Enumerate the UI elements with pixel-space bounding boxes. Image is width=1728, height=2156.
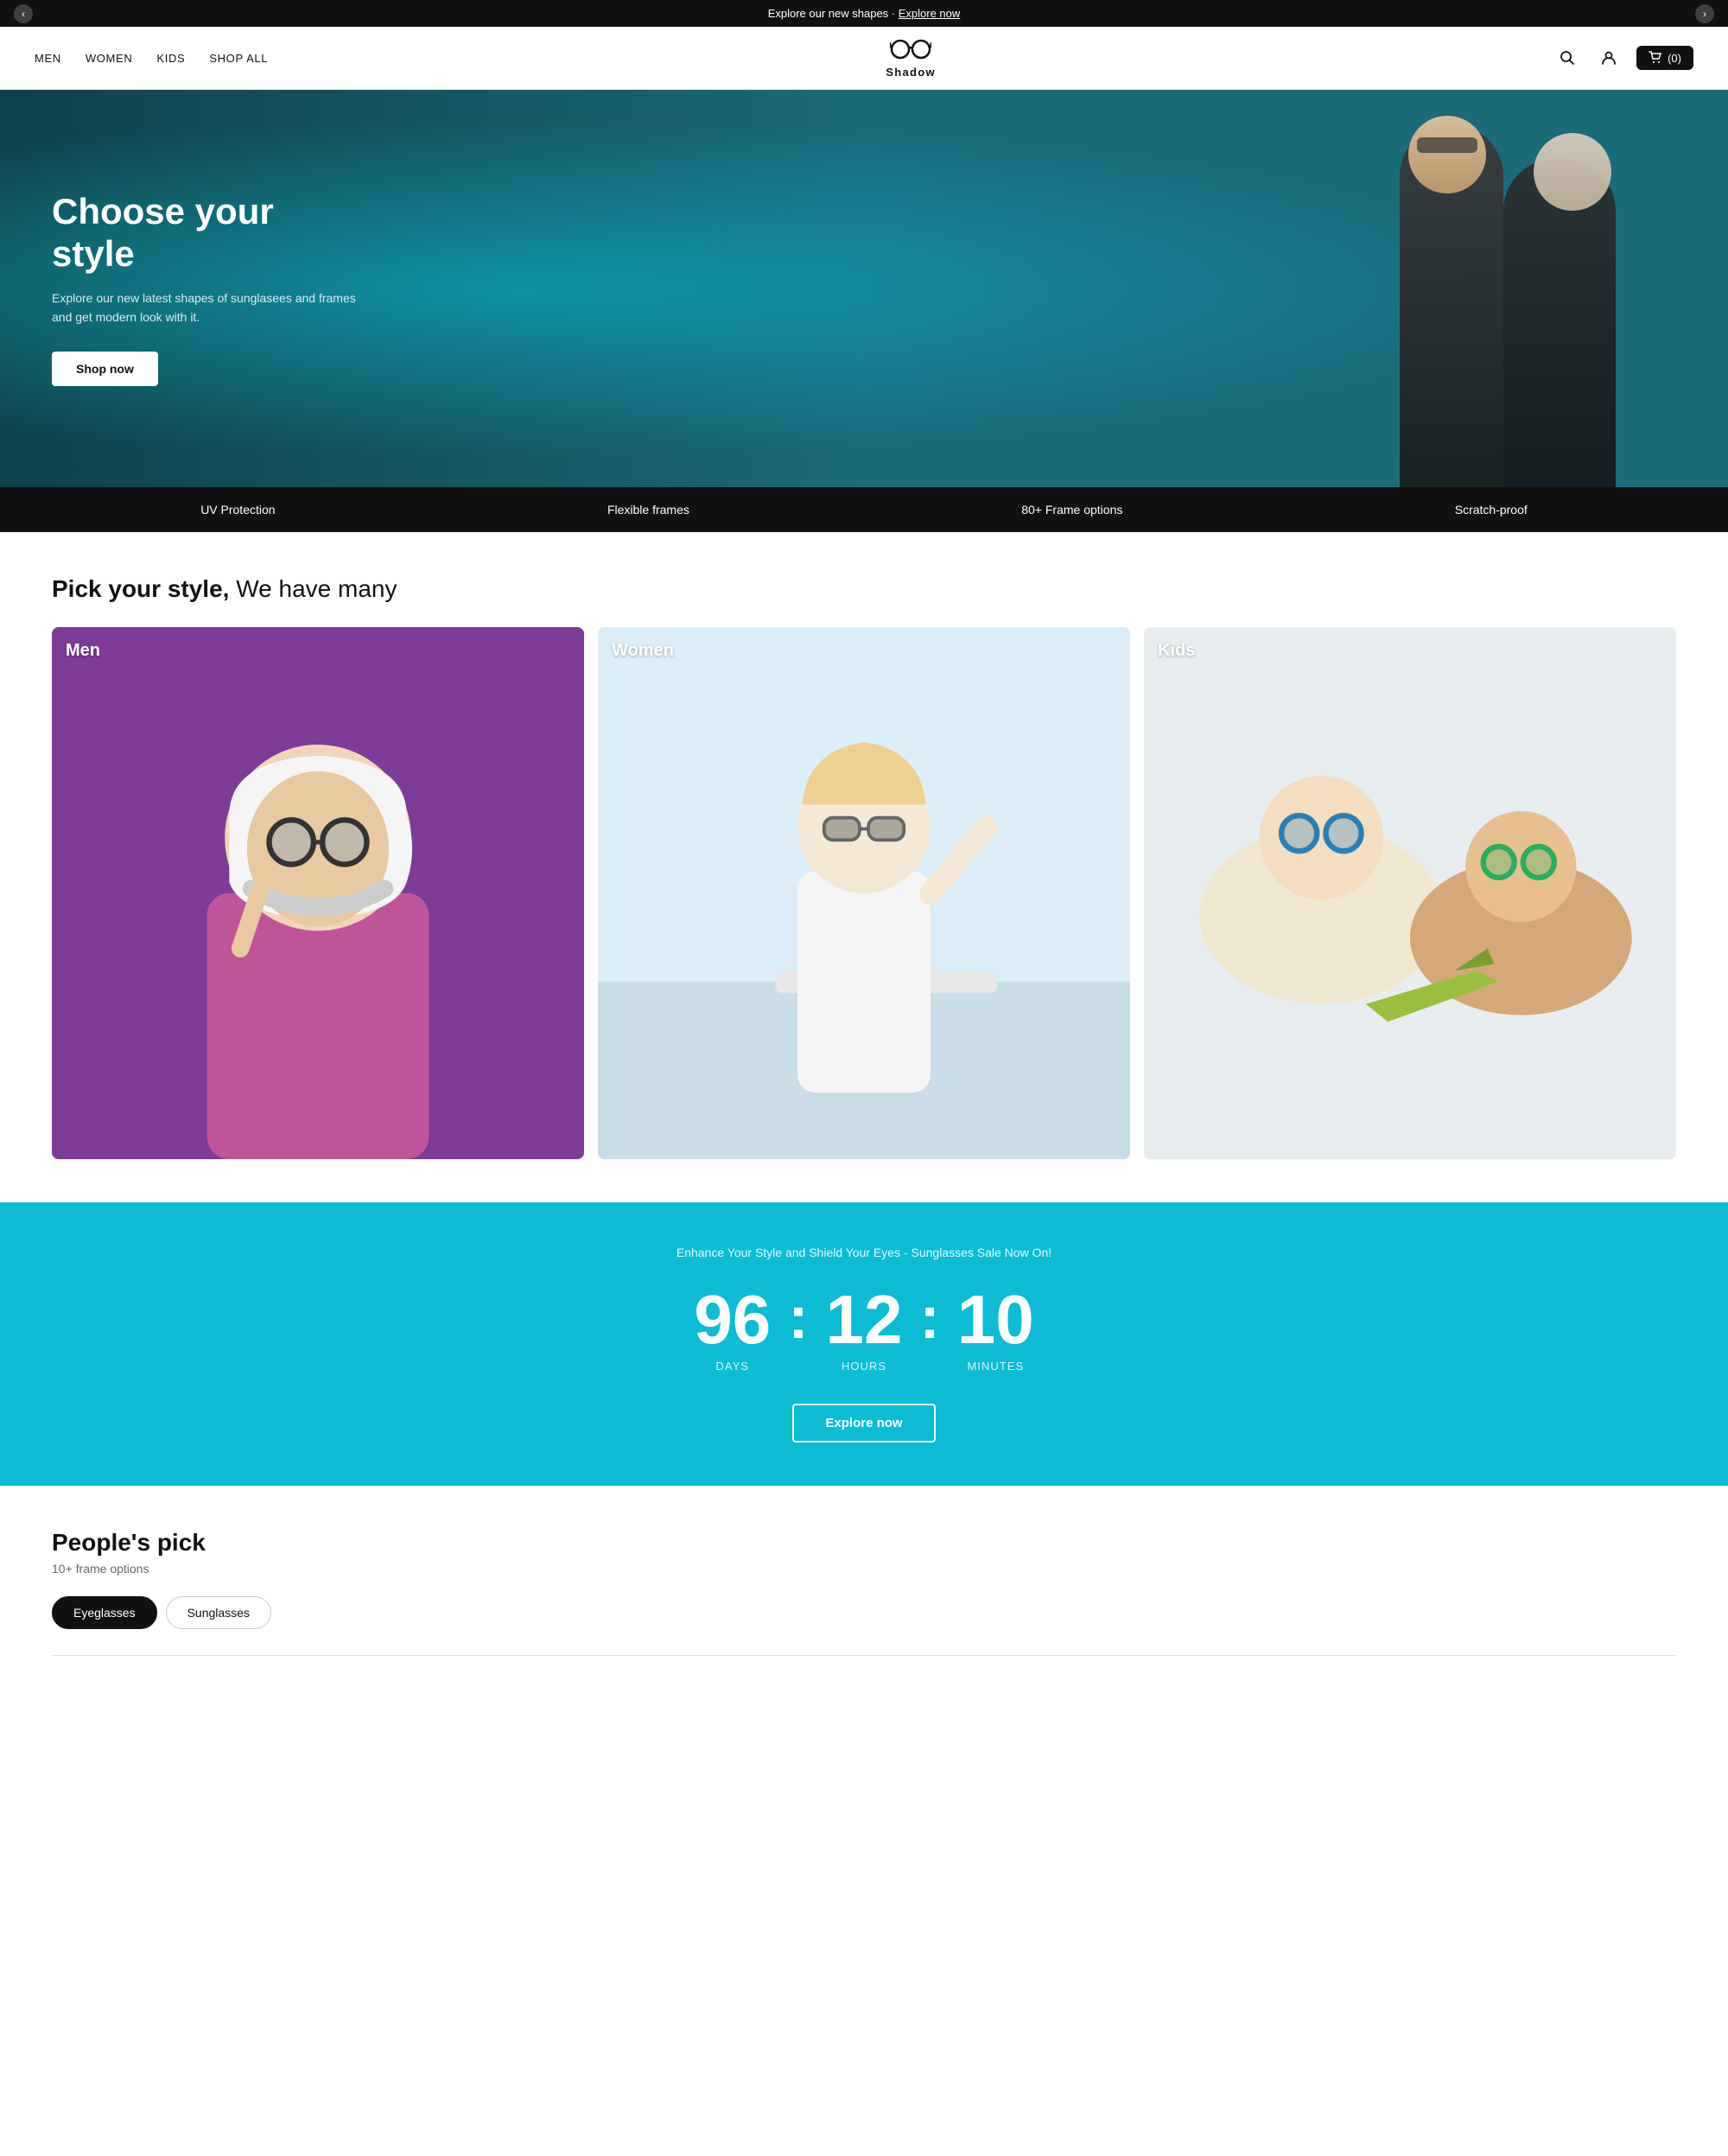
account-button[interactable] <box>1595 44 1623 72</box>
style-card-men[interactable]: Men <box>52 627 584 1159</box>
header: MEN WOMEN KIDS SHOP ALL Shadow <box>0 27 1728 90</box>
features-bar: UV Protection Flexible frames 80+ Frame … <box>0 487 1728 532</box>
kids-image <box>1144 627 1676 1159</box>
nav-women[interactable]: WOMEN <box>86 52 133 65</box>
countdown-hours: 12 <box>826 1285 903 1354</box>
tab-eyeglasses[interactable]: Eyeglasses <box>52 1596 157 1629</box>
style-card-women[interactable]: Women <box>598 627 1130 1159</box>
feature-frames: 80+ Frame options <box>1021 503 1122 517</box>
style-card-kids-label: Kids <box>1158 641 1195 661</box>
style-card-women-label: Women <box>612 641 674 661</box>
logo-text: Shadow <box>886 66 936 79</box>
picks-subtitle: 10+ frame options <box>52 1562 1676 1576</box>
style-section: Pick your style, We have many <box>0 532 1728 1202</box>
style-card-kids[interactable]: Kids <box>1144 627 1676 1159</box>
announcement-prev-button[interactable]: ‹ <box>14 4 33 23</box>
style-card-men-label: Men <box>66 641 100 661</box>
countdown-colon-2: : <box>919 1285 939 1348</box>
feature-uv: UV Protection <box>200 503 275 517</box>
picks-tabs: Eyeglasses Sunglasses <box>52 1596 1676 1629</box>
picks-title: People's pick <box>52 1529 1676 1557</box>
hero-cta-button[interactable]: Shop now <box>52 352 158 386</box>
feature-scratch: Scratch-proof <box>1455 503 1528 517</box>
explore-button[interactable]: Explore now <box>792 1404 935 1443</box>
hero-section: Choose your style Explore our new latest… <box>0 90 1728 487</box>
countdown-hours-label: HOURS <box>826 1360 903 1373</box>
feature-flexible: Flexible frames <box>607 503 689 517</box>
countdown-timer: 96 DAYS : 12 HOURS : 10 MINUTES <box>35 1285 1693 1373</box>
countdown-promo-text: Enhance Your Style and Shield Your Eyes … <box>35 1246 1693 1259</box>
hero-content: Choose your style Explore our new latest… <box>0 139 415 437</box>
women-image <box>598 627 1130 1159</box>
main-nav: MEN WOMEN KIDS SHOP ALL <box>35 52 268 65</box>
countdown-days-label: DAYS <box>694 1360 771 1373</box>
announcement-next-button[interactable]: › <box>1695 4 1714 23</box>
header-actions: (0) <box>1553 44 1693 72</box>
announcement-text: Explore our new shapes · Explore now <box>768 7 961 20</box>
hero-subtitle: Explore our new latest shapes of sunglas… <box>52 289 363 327</box>
countdown-minutes-label: MINUTES <box>957 1360 1034 1373</box>
countdown-minutes-unit: 10 MINUTES <box>957 1285 1034 1373</box>
countdown-days-unit: 96 DAYS <box>694 1285 771 1373</box>
hero-title: Choose your style <box>52 191 363 275</box>
section-divider <box>52 1655 1676 1656</box>
style-grid: Men <box>52 627 1676 1159</box>
logo[interactable]: Shadow <box>886 37 936 79</box>
announcement-link[interactable]: Explore now <box>899 7 961 20</box>
nav-shop-all[interactable]: SHOP ALL <box>209 52 268 65</box>
countdown-section: Enhance Your Style and Shield Your Eyes … <box>0 1202 1728 1486</box>
cart-button[interactable]: (0) <box>1636 46 1693 70</box>
nav-men[interactable]: MEN <box>35 52 61 65</box>
nav-kids[interactable]: KIDS <box>156 52 185 65</box>
cart-count: (0) <box>1668 52 1681 65</box>
announcement-bar: ‹ Explore our new shapes · Explore now › <box>0 0 1728 27</box>
countdown-days: 96 <box>694 1285 771 1354</box>
countdown-minutes: 10 <box>957 1285 1034 1354</box>
search-button[interactable] <box>1553 44 1581 72</box>
style-title: Pick your style, We have many <box>52 575 1676 603</box>
countdown-hours-unit: 12 HOURS <box>826 1285 903 1373</box>
countdown-colon-1: : <box>788 1285 808 1348</box>
picks-section: People's pick 10+ frame options Eyeglass… <box>0 1486 1728 1682</box>
men-image <box>52 627 584 1159</box>
tab-sunglasses[interactable]: Sunglasses <box>166 1596 271 1629</box>
logo-icon <box>890 37 931 67</box>
